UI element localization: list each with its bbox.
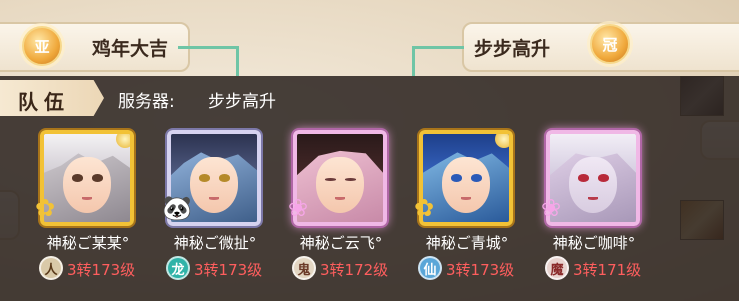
bracket-line-left-vertical bbox=[236, 46, 239, 76]
gold-dragon-ornament-icon: ✿ bbox=[414, 194, 435, 222]
avatar bbox=[550, 134, 636, 222]
left-rank-badge: 亚 bbox=[22, 26, 62, 66]
race-badge-dragon: 龙 bbox=[166, 256, 190, 280]
member-name: 神秘ご咖啡° bbox=[552, 234, 636, 252]
member-name: 神秘ご某某° bbox=[46, 234, 130, 252]
team-member-3[interactable]: ❀ 神秘ご云飞° 鬼 3转172级 bbox=[286, 130, 396, 290]
race-badge-demon: 魔 bbox=[545, 256, 569, 280]
member-name: 神秘ご青城° bbox=[425, 234, 509, 252]
avatar bbox=[423, 134, 509, 222]
member-name: 神秘ご云飞° bbox=[299, 234, 383, 252]
member-level: 3转171级 bbox=[573, 261, 642, 279]
server-name: 步步高升 bbox=[208, 92, 276, 112]
team-member-5[interactable]: ❀ 神秘ご咖啡° 魔 3转171级 bbox=[539, 130, 649, 290]
bracket-line-right-vertical bbox=[412, 46, 415, 76]
race-badge-human: 人 bbox=[39, 256, 63, 280]
team-member-1[interactable]: ✿ 神秘ご某某° 人 3转173级 bbox=[33, 130, 143, 290]
member-level: 3转173级 bbox=[194, 261, 263, 279]
race-badge-ghost: 鬼 bbox=[292, 256, 316, 280]
team-tab-label: 队伍 bbox=[18, 90, 70, 114]
avatar bbox=[297, 134, 383, 222]
member-level: 3转173级 bbox=[67, 261, 136, 279]
bracket-line-right bbox=[412, 46, 464, 49]
panda-icon: 🐼 bbox=[162, 194, 192, 222]
lotus-flower-icon: ❀ bbox=[288, 194, 309, 222]
member-level: 3转173级 bbox=[446, 261, 515, 279]
right-rank-badge: 冠 bbox=[590, 24, 630, 64]
left-team-title: 鸡年大吉 bbox=[92, 38, 169, 60]
avatar bbox=[44, 134, 130, 222]
team-member-4[interactable]: ✿ 神秘ご青城° 仙 3转173级 bbox=[412, 130, 522, 290]
gold-dragon-ornament-icon: ✿ bbox=[35, 194, 56, 222]
team-member-2[interactable]: 🐼 神秘ご微扯° 龙 3转173级 bbox=[160, 130, 270, 290]
right-team-title: 步步高升 bbox=[474, 38, 551, 60]
server-label: 服务器: bbox=[118, 92, 175, 112]
race-badge-immortal: 仙 bbox=[418, 256, 442, 280]
member-level: 3转172级 bbox=[320, 261, 389, 279]
member-name: 神秘ご微扯° bbox=[173, 234, 257, 252]
bracket-line-left bbox=[178, 46, 238, 49]
lotus-flower-icon: ❀ bbox=[541, 194, 562, 222]
